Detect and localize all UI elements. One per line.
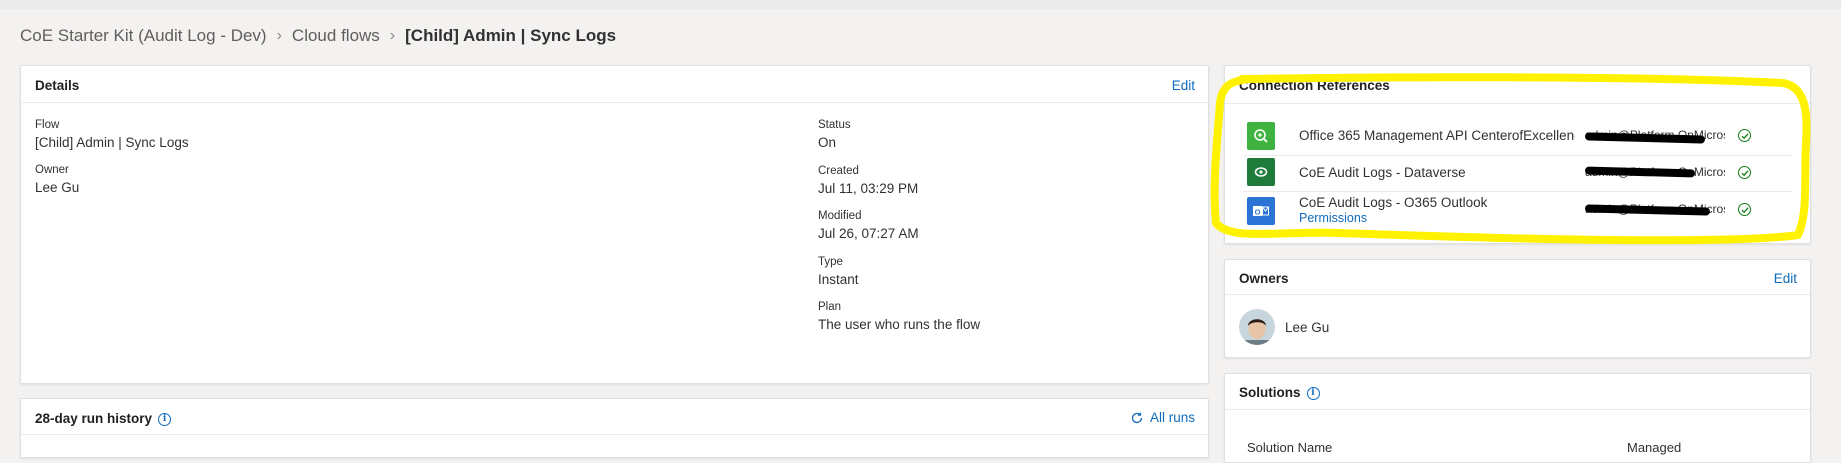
chevron-right-icon: ›: [389, 27, 396, 44]
created-label: Created: [818, 165, 859, 177]
solutions-title-text: Solutions: [1239, 385, 1301, 400]
breadcrumb-item-cloud-flows[interactable]: Cloud flows: [292, 26, 380, 46]
divider: [21, 102, 1208, 103]
check-circle-icon: [1738, 129, 1751, 142]
type-value: Instant: [818, 272, 859, 287]
solutions-col-name[interactable]: Solution Name: [1247, 440, 1332, 455]
connection-name: CoE Audit Logs - O365 Outlook: [1299, 195, 1488, 210]
created-value: Jul 11, 03:29 PM: [818, 181, 919, 196]
owner-field: Owner Lee Gu: [35, 163, 79, 196]
office365-management-api-icon: [1247, 122, 1275, 150]
owner-value: Lee Gu: [35, 180, 80, 195]
solutions-card: Solutions i Solution Name Managed: [1224, 373, 1811, 463]
connection-references-card: Connection References Office 365 Managem…: [1224, 65, 1811, 244]
owners-edit-button[interactable]: Edit: [1774, 271, 1797, 286]
solutions-title: Solutions i: [1239, 385, 1320, 400]
owner-label: Owner: [35, 164, 69, 176]
run-history-title: 28-day run history i: [35, 411, 172, 426]
connection-references-title: Connection References: [1239, 78, 1390, 93]
type-field: Type Instant: [818, 255, 859, 288]
flow-value: [Child] Admin | Sync Logs: [35, 135, 189, 150]
divider: [1225, 409, 1810, 410]
info-icon[interactable]: i: [158, 412, 172, 426]
dataverse-icon: [1247, 158, 1275, 186]
breadcrumb-current: [Child] Admin | Sync Logs: [405, 26, 617, 45]
created-field: Created Jul 11, 03:29 PM: [818, 164, 918, 197]
check-circle-icon: [1738, 166, 1751, 179]
plan-field: Plan The user who runs the flow: [818, 300, 980, 333]
flow-field: Flow [Child] Admin | Sync Logs: [35, 118, 189, 151]
type-label: Type: [818, 256, 843, 268]
plan-label: Plan: [818, 301, 842, 313]
connection-row[interactable]: CoE Audit Logs - Dataverse admin@Platfor…: [1225, 155, 1810, 191]
flow-label: Flow: [35, 119, 60, 131]
breadcrumb: CoE Starter Kit (Audit Log - Dev) › Clou…: [20, 24, 616, 48]
details-card: Details Edit Flow [Child] Admin | Sync L…: [20, 65, 1209, 384]
connection-name: Office 365 Management API CenterofExcell…: [1299, 128, 1575, 143]
all-runs-label: All runs: [1149, 410, 1195, 425]
run-history-title-text: 28-day run history: [35, 411, 153, 426]
plan-value: The user who runs the flow: [818, 317, 981, 332]
run-history-card: 28-day run history i All runs: [20, 398, 1209, 458]
permissions-link[interactable]: Permissions: [1299, 211, 1367, 225]
connection-row[interactable]: Office 365 Management API CenterofExcell…: [1225, 118, 1810, 154]
avatar: [1239, 309, 1275, 345]
status-label: Status: [818, 119, 851, 131]
svg-text:O: O: [1255, 207, 1261, 216]
divider: [1225, 294, 1810, 295]
divider: [21, 434, 1208, 435]
owners-card: Owners Edit Lee Gu: [1224, 259, 1811, 358]
modified-field: Modified Jul 26, 07:27 AM: [818, 209, 919, 242]
refresh-icon: [1131, 412, 1143, 423]
connection-row[interactable]: O CoE Audit Logs - O365 Outlook Permissi…: [1225, 191, 1810, 235]
chevron-right-icon: ›: [276, 27, 282, 44]
owners-title: Owners: [1239, 271, 1289, 286]
solutions-col-managed[interactable]: Managed: [1627, 440, 1681, 455]
divider: [1225, 103, 1810, 104]
owner-name: Lee Gu: [1285, 320, 1330, 335]
modified-value: Jul 26, 07:27 AM: [818, 226, 919, 241]
connection-name: CoE Audit Logs - Dataverse: [1299, 165, 1466, 180]
details-title: Details: [35, 78, 80, 93]
all-runs-button[interactable]: All runs: [1130, 410, 1195, 425]
info-icon[interactable]: i: [1306, 386, 1320, 400]
status-value: On: [818, 135, 837, 150]
top-band: [0, 0, 1841, 9]
check-circle-icon: [1738, 203, 1751, 216]
outlook-icon: O: [1247, 197, 1275, 225]
status-field: Status On: [818, 118, 851, 151]
modified-label: Modified: [818, 210, 862, 222]
details-edit-button[interactable]: Edit: [1172, 78, 1195, 93]
breadcrumb-item-environment[interactable]: CoE Starter Kit (Audit Log - Dev): [20, 26, 267, 46]
